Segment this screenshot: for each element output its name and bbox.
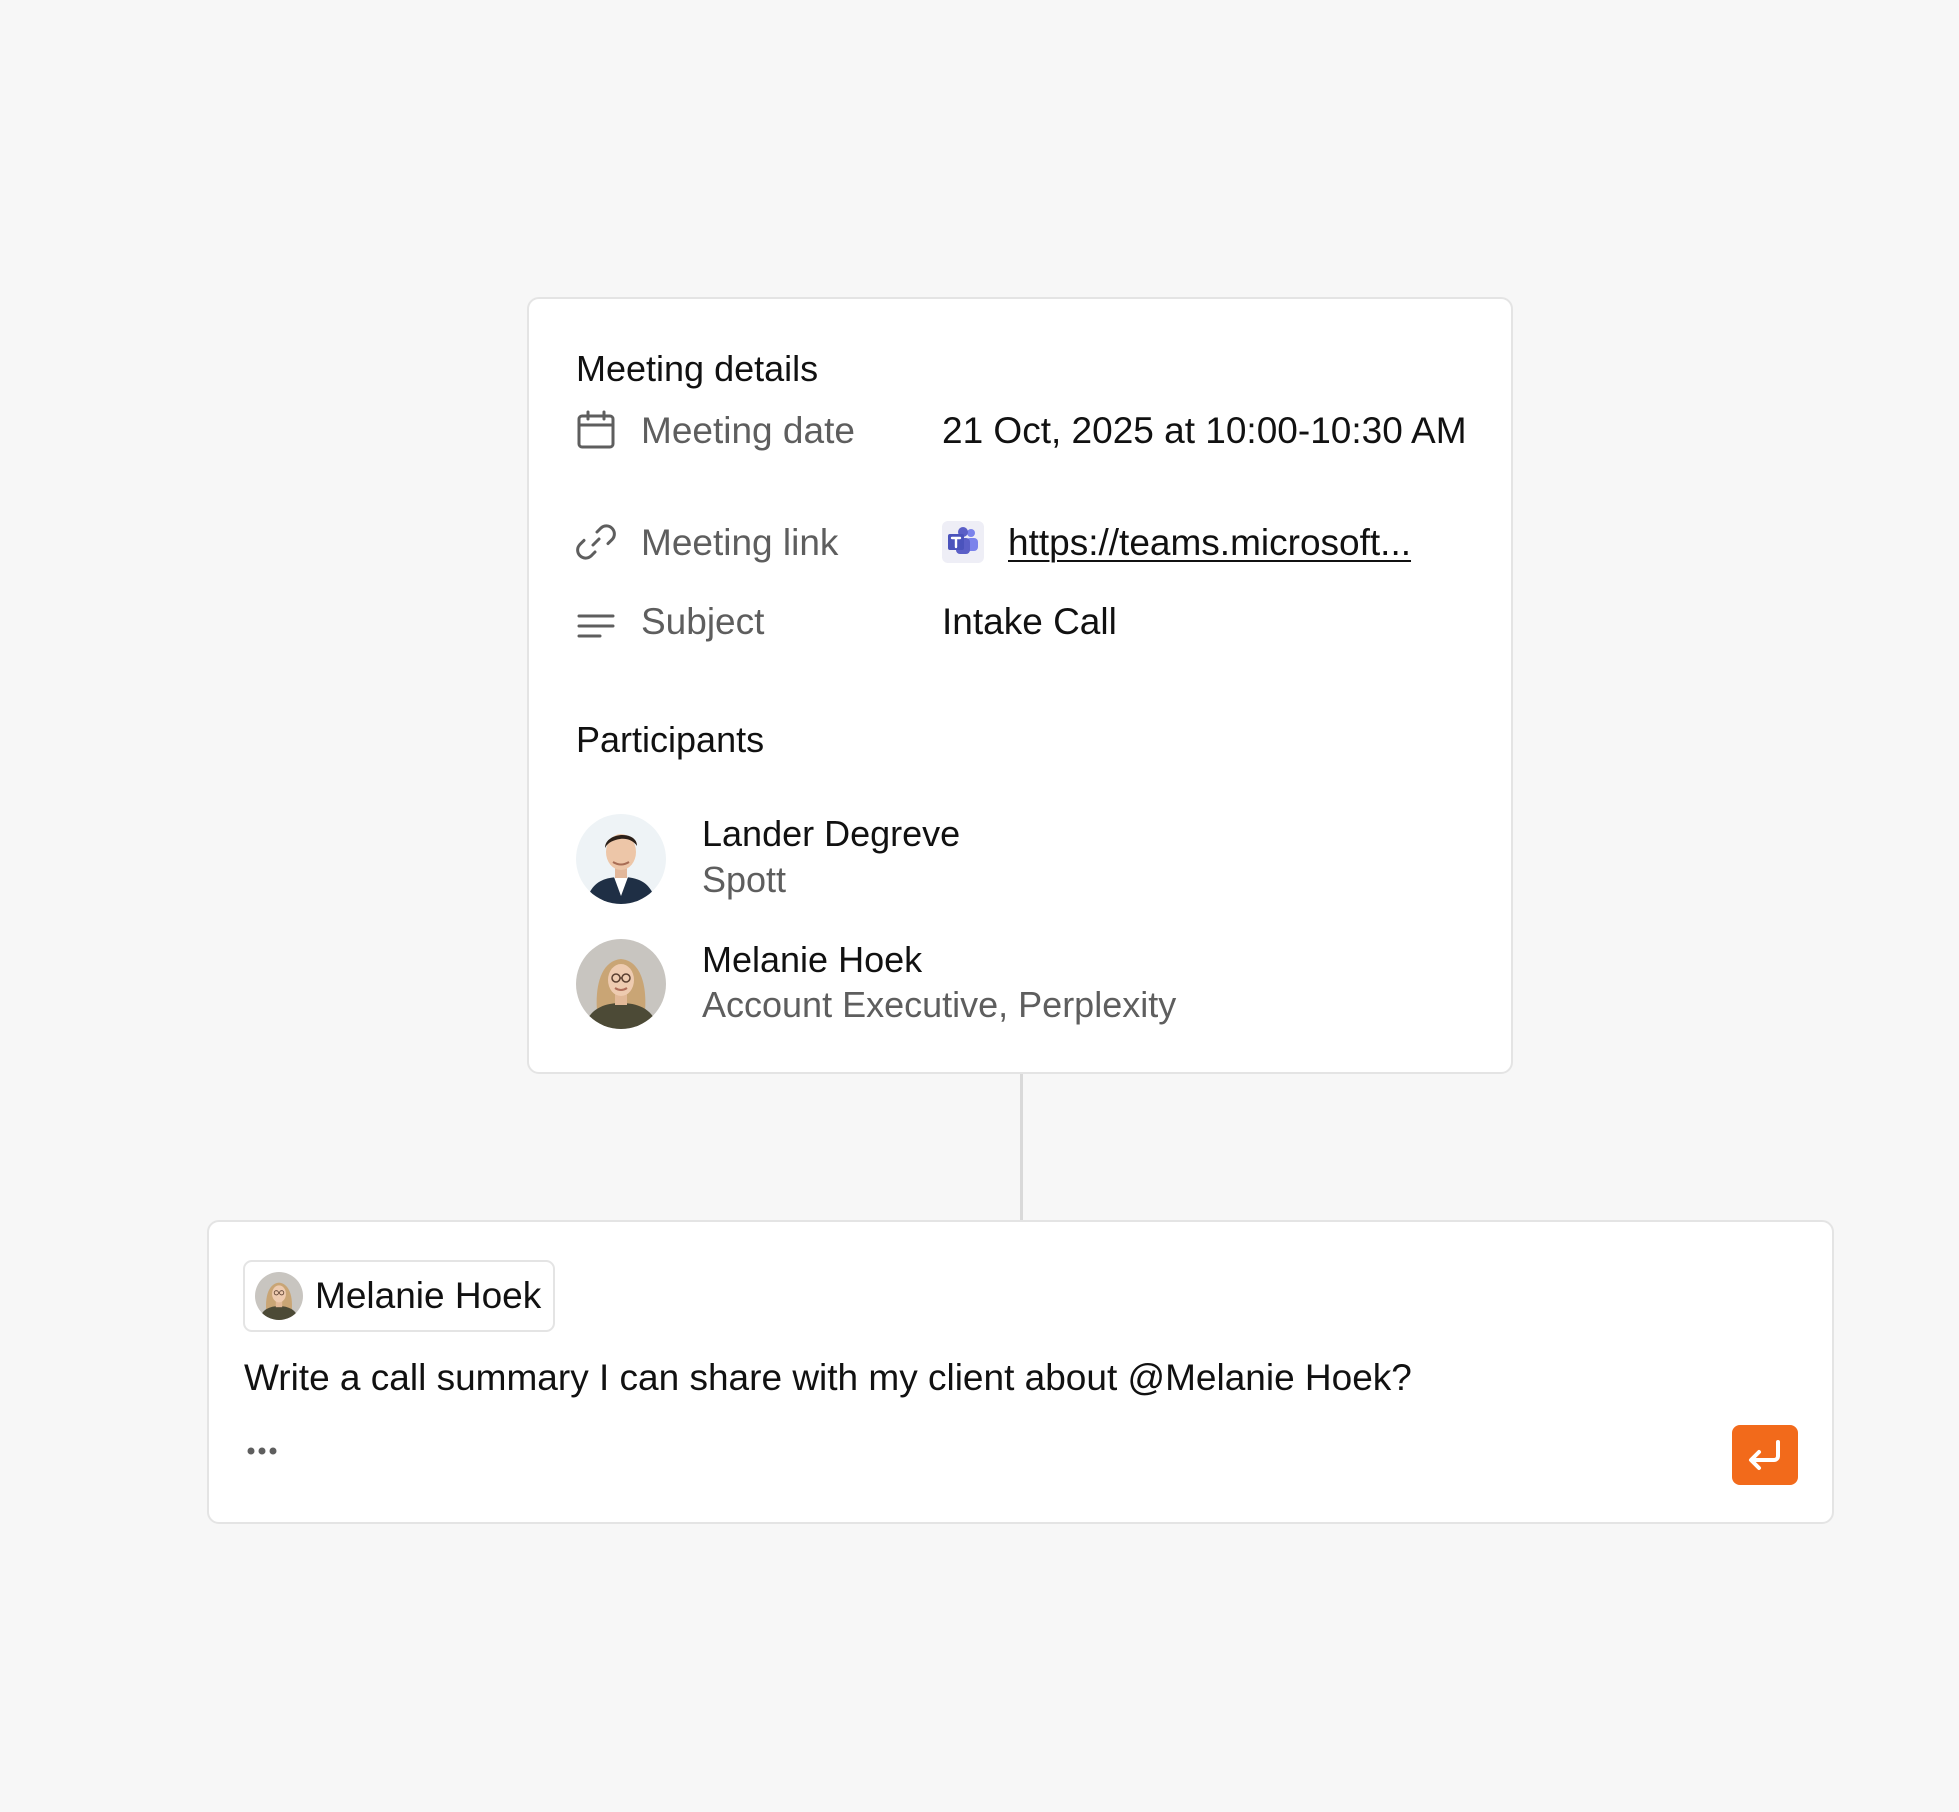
mention-chip-label: Melanie Hoek bbox=[315, 1275, 542, 1316]
mention-chip[interactable]: Melanie Hoek bbox=[243, 1260, 556, 1332]
participant-role: Account Executive, Perplexity bbox=[702, 984, 1177, 1025]
participant-name: Melanie Hoek bbox=[702, 939, 923, 980]
text-lines-icon bbox=[575, 605, 617, 647]
connector-line bbox=[1020, 1074, 1023, 1222]
participants-title: Participants bbox=[576, 719, 765, 760]
participant-name: Lander Degreve bbox=[702, 813, 961, 854]
ellipsis-icon[interactable] bbox=[245, 1444, 285, 1458]
meeting-link-label: Meeting link bbox=[641, 522, 839, 563]
subject-label: Subject bbox=[641, 601, 765, 642]
meeting-link[interactable]: https://teams.microsoft... bbox=[1008, 521, 1411, 565]
microsoft-teams-icon bbox=[942, 521, 984, 563]
calendar-icon bbox=[575, 409, 617, 451]
meeting-date-value: 21 Oct, 2025 at 10:00-10:30 AM bbox=[942, 410, 1467, 451]
chat-input-box[interactable]: Melanie Hoek Write a call summary I can … bbox=[207, 1220, 1834, 1524]
enter-return-icon bbox=[1749, 1440, 1780, 1470]
meeting-details-card: Meeting details Meeting date 21 Oct, 202… bbox=[527, 297, 1513, 1074]
avatar bbox=[255, 1272, 303, 1320]
subject-value: Intake Call bbox=[942, 601, 1117, 642]
link-icon bbox=[575, 521, 617, 563]
avatar bbox=[576, 814, 666, 904]
send-button[interactable] bbox=[1732, 1425, 1798, 1485]
meeting-date-label: Meeting date bbox=[641, 410, 855, 451]
prompt-text[interactable]: Write a call summary I can share with my… bbox=[244, 1356, 1412, 1400]
meeting-details-title: Meeting details bbox=[576, 348, 819, 389]
participant-company: Spott bbox=[702, 859, 787, 900]
avatar bbox=[576, 939, 666, 1029]
